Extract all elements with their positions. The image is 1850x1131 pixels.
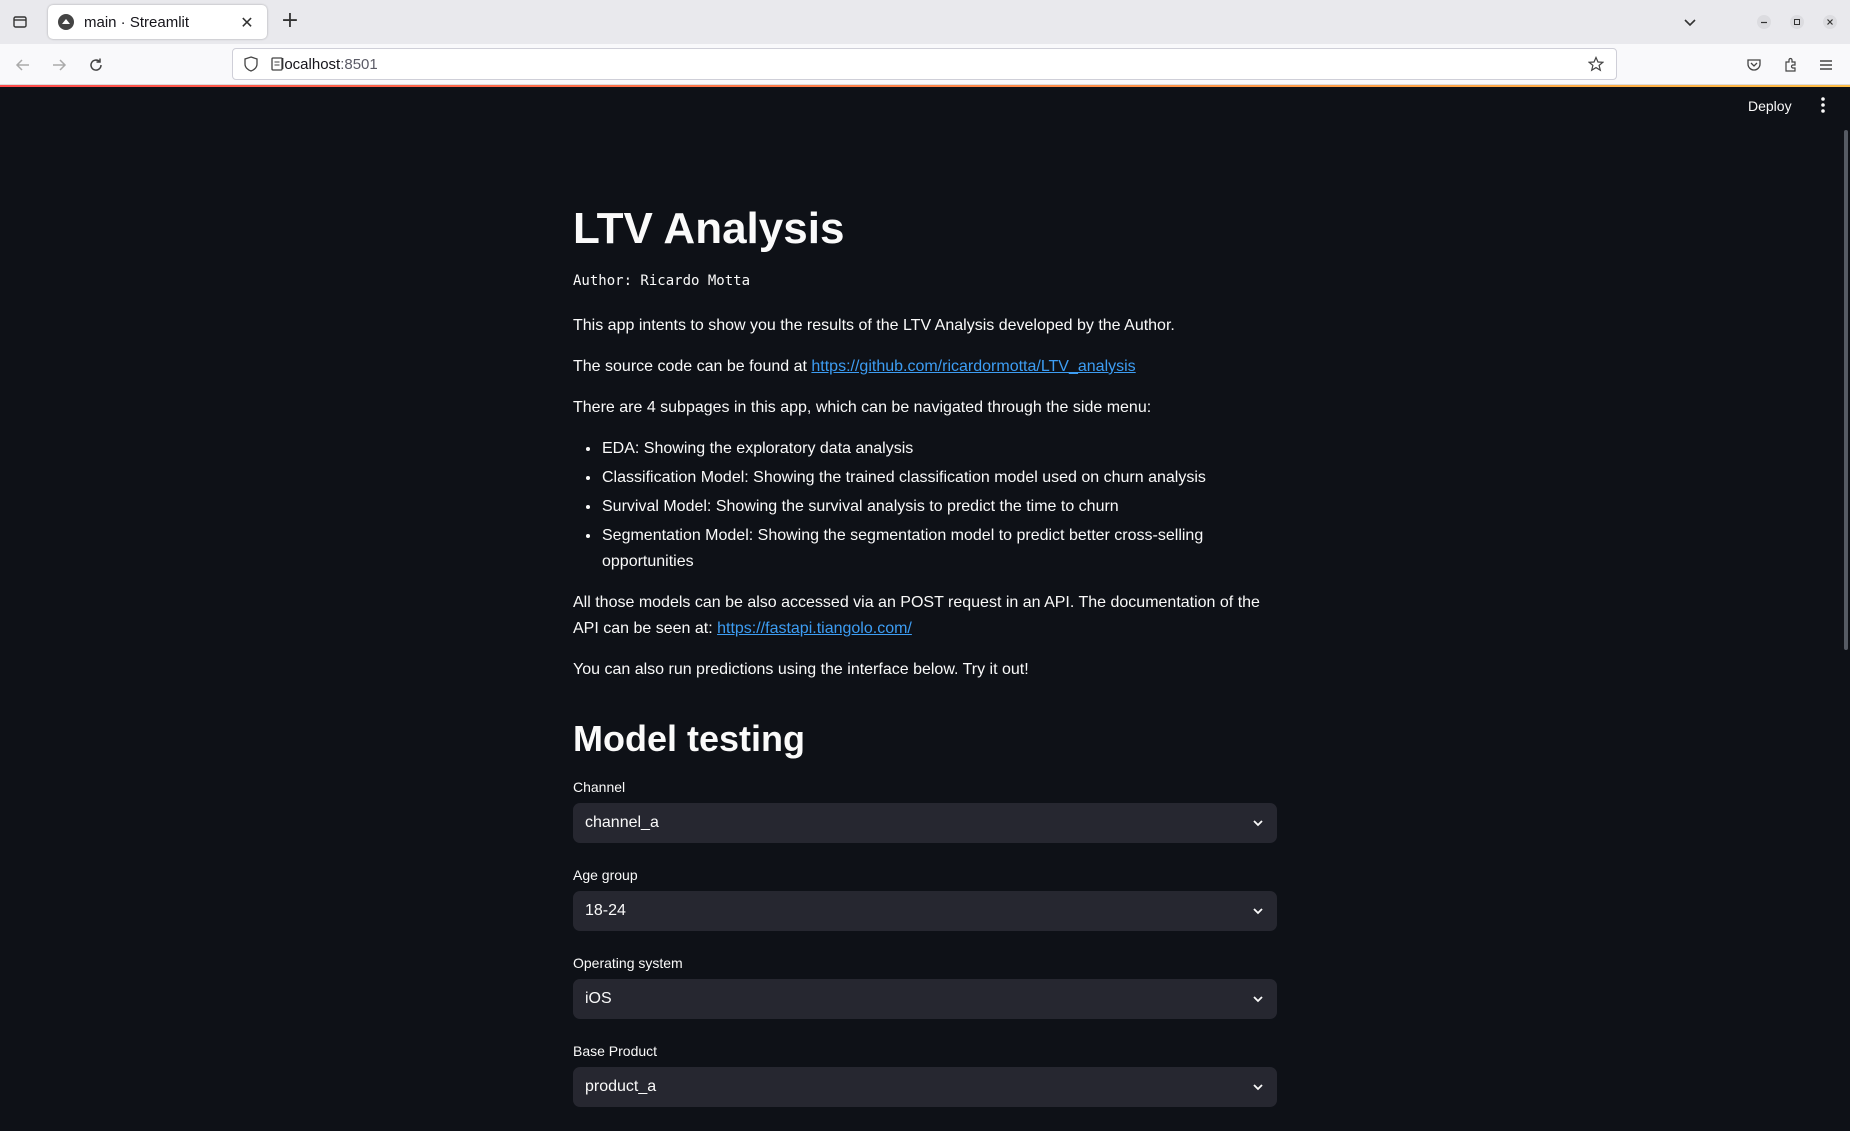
shield-icon[interactable]: [243, 56, 259, 76]
api-text: All those models can be also accessed vi…: [573, 594, 1260, 637]
main-content: LTV Analysis Author: Ricardo Motta This …: [573, 195, 1277, 1131]
age-group-select[interactable]: 18-24: [573, 891, 1277, 931]
model-testing-heading: Model testing: [573, 718, 805, 759]
hamburger-menu-icon[interactable]: [1813, 52, 1839, 78]
base-product-select-value: product_a: [585, 1078, 657, 1095]
deploy-button[interactable]: Deploy: [1748, 98, 1792, 114]
age-group-select-value: 18-24: [585, 902, 626, 919]
page-title: LTV Analysis: [573, 204, 845, 253]
channel-label: Channel: [573, 779, 626, 795]
browser-tab[interactable]: main · Streamlit ✕: [48, 5, 267, 39]
list-item: Survival Model: Showing the survival ana…: [601, 494, 1277, 520]
page-info-icon[interactable]: [269, 56, 285, 76]
base-product-label: Base Product: [573, 1043, 658, 1059]
back-icon[interactable]: [10, 52, 36, 78]
source-prefix-text: The source code can be found at: [573, 358, 812, 375]
url-text[interactable]: localhost:8501: [281, 56, 378, 73]
operating-system-label: Operating system: [573, 955, 683, 971]
api-paragraph: All those models can be also accessed vi…: [573, 590, 1277, 642]
tab-bar: main · Streamlit ✕ +: [0, 0, 1850, 44]
tab-list-icon[interactable]: [8, 10, 32, 34]
forward-icon[interactable]: [46, 52, 72, 78]
streamlit-favicon-icon: [58, 14, 74, 30]
url-host: localhost: [281, 55, 341, 73]
url-bar[interactable]: localhost:8501: [232, 48, 1617, 80]
author-text: Author: Ricardo Motta: [573, 273, 751, 289]
scrollbar[interactable]: [1844, 130, 1848, 650]
list-item: EDA: Showing the exploratory data analys…: [601, 436, 1277, 462]
fastapi-link[interactable]: https://fastapi.tiangolo.com/: [717, 620, 912, 637]
main-menu-icon[interactable]: [1820, 96, 1826, 119]
subpages-list: EDA: Showing the exploratory data analys…: [601, 436, 1277, 575]
browser-chrome: main · Streamlit ✕ + localhost:8501: [0, 0, 1850, 85]
base-product-select[interactable]: product_a: [573, 1067, 1277, 1107]
extensions-icon[interactable]: [1778, 52, 1804, 78]
subpages-intro-text: There are 4 subpages in this app, which …: [573, 399, 1152, 416]
tab-title: main · Streamlit: [84, 13, 190, 31]
intro-text: This app intents to show you the results…: [573, 317, 1175, 334]
navigation-bar: localhost:8501: [0, 44, 1850, 85]
tab-overflow-chevron-icon[interactable]: [1678, 10, 1702, 34]
streamlit-decoration-bar: [0, 85, 1850, 87]
reload-icon[interactable]: [83, 52, 109, 78]
chevron-down-icon: [1253, 908, 1263, 915]
chevron-down-icon: [1253, 820, 1263, 827]
channel-select[interactable]: channel_a: [573, 803, 1277, 843]
age-group-label: Age group: [573, 867, 638, 883]
tab-close-icon[interactable]: ✕: [237, 13, 257, 32]
new-tab-icon[interactable]: +: [278, 10, 302, 34]
restore-icon[interactable]: [1785, 10, 1809, 34]
url-port: :8501: [340, 55, 378, 73]
source-paragraph: The source code can be found at https://…: [573, 354, 1277, 380]
list-item: Segmentation Model: Showing the segmenta…: [601, 523, 1277, 575]
pocket-icon[interactable]: [1741, 52, 1767, 78]
chevron-down-icon: [1253, 1084, 1263, 1091]
list-item: Classification Model: Showing the traine…: [601, 465, 1277, 491]
try-text: You can also run predictions using the i…: [573, 661, 1029, 678]
operating-system-select-value: iOS: [585, 990, 612, 1007]
bookmark-star-icon[interactable]: [1587, 56, 1605, 76]
close-window-icon[interactable]: [1818, 10, 1842, 34]
operating-system-select[interactable]: iOS: [573, 979, 1277, 1019]
minimize-icon[interactable]: [1752, 10, 1776, 34]
channel-select-value: channel_a: [585, 814, 659, 831]
chevron-down-icon: [1253, 996, 1263, 1003]
github-link[interactable]: https://github.com/ricardormotta/LTV_ana…: [811, 358, 1135, 375]
